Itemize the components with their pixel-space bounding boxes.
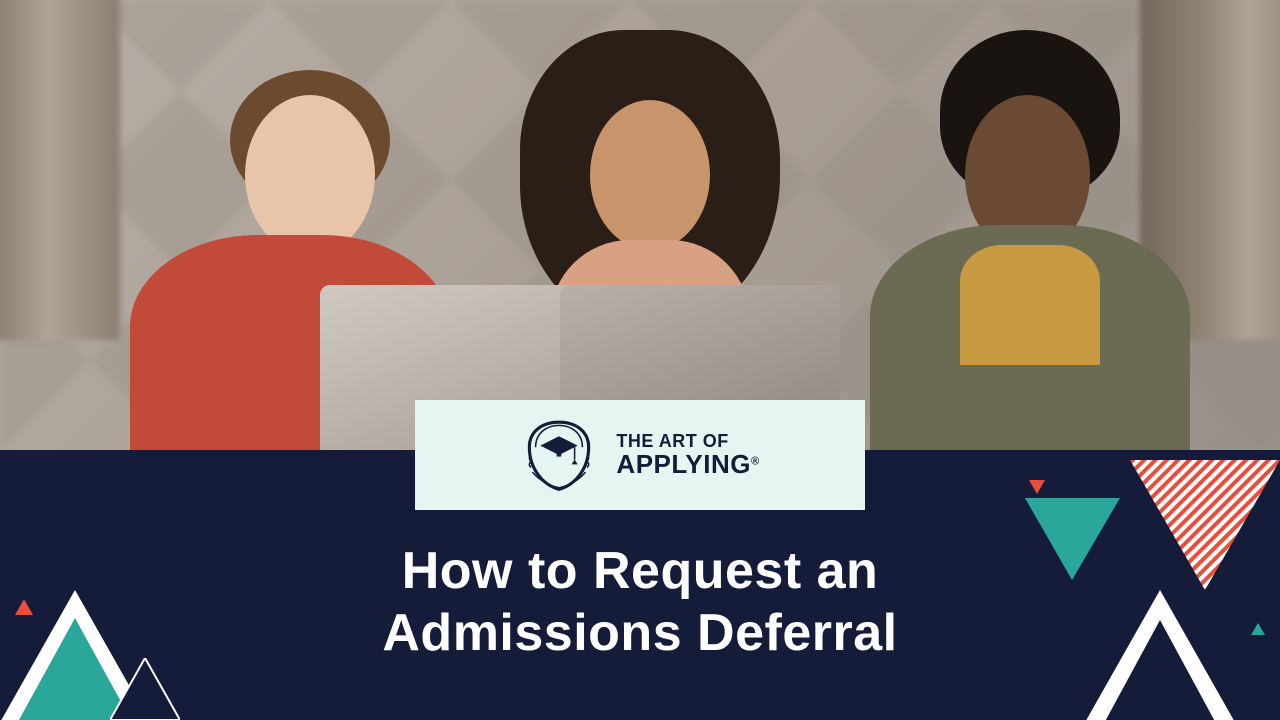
head xyxy=(590,100,710,250)
brand-line2: APPLYING xyxy=(616,449,751,479)
triangle-striped-icon xyxy=(1130,460,1280,590)
bg-column-left xyxy=(0,0,120,340)
triangle-small-icon xyxy=(110,658,180,720)
crest-icon xyxy=(520,416,598,494)
triangle-accent-icon xyxy=(1029,480,1045,494)
head xyxy=(245,95,375,255)
inner-shirt xyxy=(960,245,1100,365)
triangle-teal-icon xyxy=(1025,498,1120,580)
registered-mark: ® xyxy=(751,455,760,467)
person-right xyxy=(840,20,1220,460)
promo-graphic: THE ART OF APPLYING® How to Request an A… xyxy=(0,0,1280,720)
triangle-large-icon xyxy=(1075,590,1245,720)
brand-text: THE ART OF APPLYING® xyxy=(616,432,759,478)
hero-photo xyxy=(0,0,1280,460)
triangle-tiny-icon xyxy=(1251,623,1265,635)
brand-logo-box: THE ART OF APPLYING® xyxy=(415,400,865,510)
